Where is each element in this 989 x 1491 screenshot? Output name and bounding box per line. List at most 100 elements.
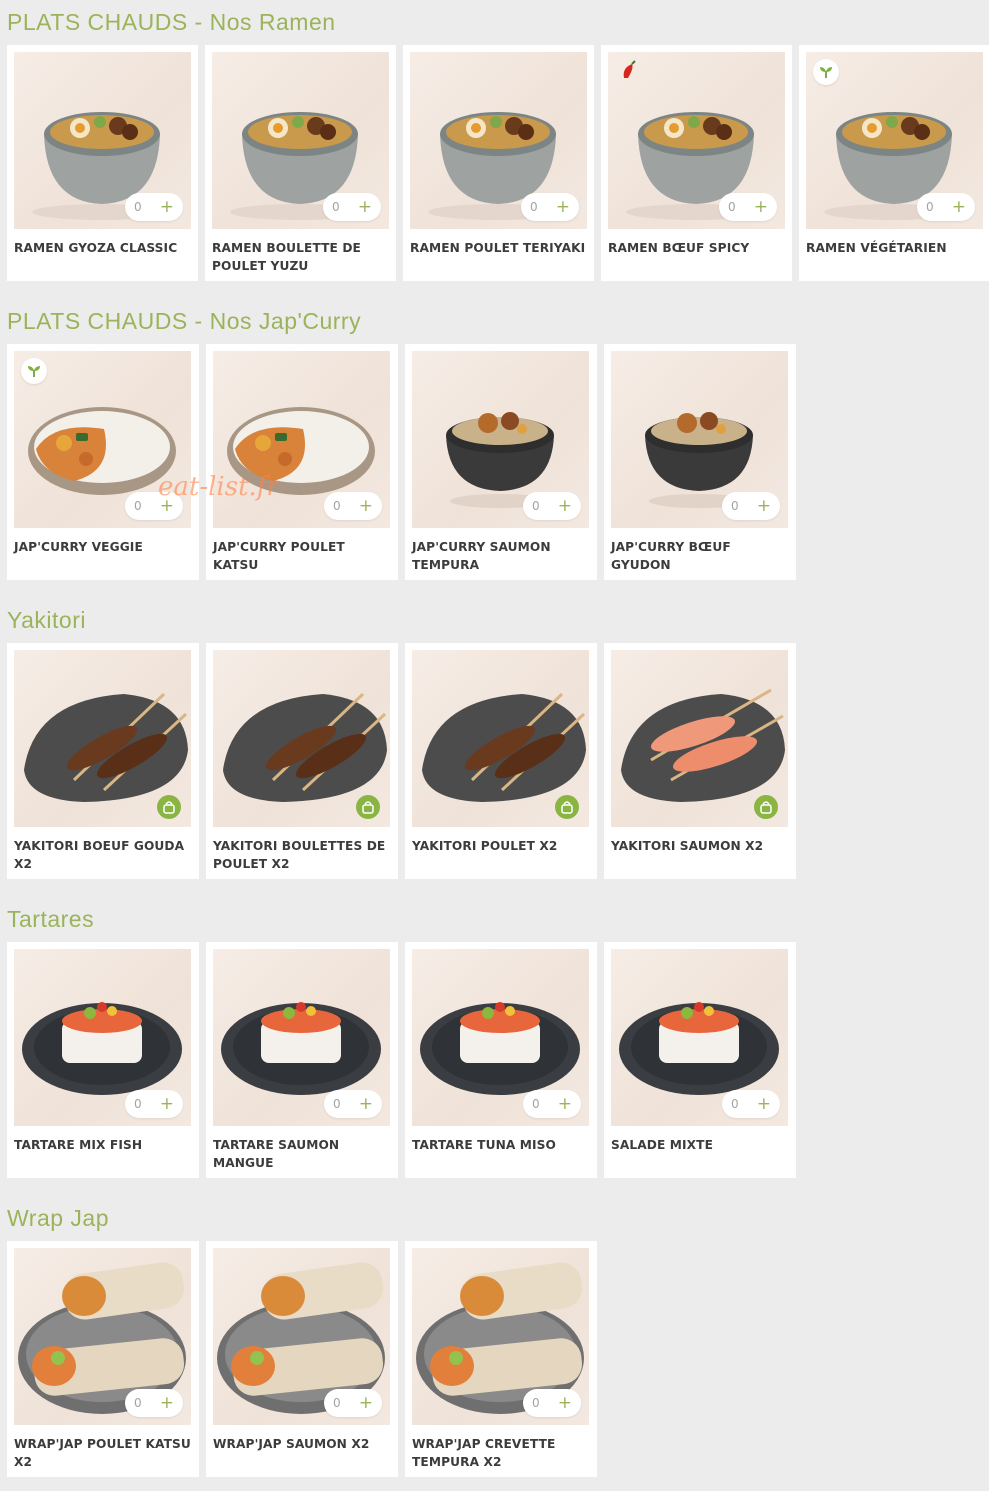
product-image: 0 + — [14, 1248, 191, 1425]
product-image: 0 + — [14, 949, 191, 1126]
plus-icon[interactable]: + — [160, 1095, 174, 1113]
product-name: WRAP'JAP POULET KATSU X2 — [14, 1437, 191, 1469]
plus-icon[interactable]: + — [558, 497, 572, 515]
quantity-stepper[interactable]: 0 + — [722, 1090, 780, 1118]
product-name: RAMEN BŒUF SPICY — [608, 241, 750, 255]
product-card[interactable]: 0 + RAMEN GYOZA CLASSIC — [7, 45, 198, 281]
plus-icon[interactable]: + — [757, 1095, 771, 1113]
quantity-stepper[interactable]: 0 + — [125, 1090, 183, 1118]
plus-icon[interactable]: + — [558, 1394, 572, 1412]
shopping-bag-icon[interactable] — [157, 795, 181, 819]
product-image: 0 + — [412, 1248, 589, 1425]
product-card[interactable]: 0 + WRAP'JAP SAUMON X2 — [206, 1241, 398, 1477]
section-title: PLATS CHAUDS - Nos Jap'Curry — [7, 308, 362, 334]
product-image — [213, 650, 390, 827]
quantity-value: 0 — [332, 200, 340, 214]
quantity-stepper[interactable]: 0 + — [719, 193, 777, 221]
quantity-value: 0 — [532, 1396, 540, 1410]
product-card[interactable]: 0 + RAMEN VÉGÉTARIEN — [799, 45, 989, 281]
product-card[interactable]: 0 + TARTARE MIX FISH — [7, 942, 199, 1178]
quantity-stepper[interactable]: 0 + — [917, 193, 975, 221]
product-card[interactable]: 0 + JAP'CURRY VEGGIE — [7, 344, 199, 580]
quantity-stepper[interactable]: 0 + — [324, 1090, 382, 1118]
quantity-stepper[interactable]: 0 + — [521, 193, 579, 221]
product-card[interactable]: 0 + SALADE MIXTE — [604, 942, 796, 1178]
product-image: 0 + — [213, 949, 390, 1126]
product-row: YAKITORI BOEUF GOUDA X2 YAKITORI BOULETT… — [7, 643, 987, 879]
product-image: 0 + — [412, 351, 589, 528]
product-name: YAKITORI BOEUF GOUDA X2 — [14, 839, 185, 871]
product-name: RAMEN GYOZA CLASSIC — [14, 241, 178, 255]
product-image: 0 + — [608, 52, 785, 229]
shopping-bag-icon[interactable] — [754, 795, 778, 819]
product-card[interactable]: 0 + RAMEN POULET TERIYAKI — [403, 45, 594, 281]
quantity-value: 0 — [333, 1396, 341, 1410]
plus-icon[interactable]: + — [754, 198, 768, 216]
product-card[interactable]: YAKITORI BOULETTES DE POULET X2 — [206, 643, 398, 879]
product-card[interactable]: 0 + TARTARE SAUMON MANGUE — [206, 942, 398, 1178]
product-name: TARTARE TUNA MISO — [412, 1138, 556, 1152]
quantity-stepper[interactable]: 0 + — [323, 193, 381, 221]
quantity-stepper[interactable]: 0 + — [125, 1389, 183, 1417]
product-image: 0 + — [213, 1248, 390, 1425]
plus-icon[interactable]: + — [359, 497, 373, 515]
watermark: eat-list.fr — [158, 472, 279, 502]
plus-icon[interactable]: + — [160, 198, 174, 216]
quantity-stepper[interactable]: 0 + — [523, 1389, 581, 1417]
menu-section: PLATS CHAUDS - Nos Ramen 0 + RAMEN GYOZA C… — [7, 5, 989, 281]
product-name: JAP'CURRY POULET KATSU — [213, 540, 345, 572]
product-name: YAKITORI SAUMON X2 — [611, 839, 764, 853]
product-image — [14, 650, 191, 827]
quantity-value: 0 — [134, 1097, 142, 1111]
quantity-stepper[interactable]: 0 + — [324, 492, 382, 520]
quantity-value: 0 — [134, 200, 142, 214]
section-title: Yakitori — [7, 607, 86, 633]
plus-icon[interactable]: + — [556, 198, 570, 216]
product-name: YAKITORI POULET X2 — [412, 839, 558, 853]
quantity-stepper[interactable]: 0 + — [722, 492, 780, 520]
product-image — [611, 650, 788, 827]
quantity-value: 0 — [530, 200, 538, 214]
product-image: 0 + — [410, 52, 587, 229]
product-card[interactable]: 0 + TARTARE TUNA MISO — [405, 942, 597, 1178]
product-card[interactable]: YAKITORI POULET X2 — [405, 643, 597, 879]
product-image: 0 + — [611, 351, 788, 528]
quantity-stepper[interactable]: 0 + — [125, 193, 183, 221]
quantity-value: 0 — [333, 499, 341, 513]
product-name: WRAP'JAP SAUMON X2 — [213, 1437, 370, 1451]
product-card[interactable]: 0 + WRAP'JAP POULET KATSU X2 — [7, 1241, 199, 1477]
product-card[interactable]: 0 + WRAP'JAP CREVETTE TEMPURA X2 — [405, 1241, 597, 1477]
product-name: TARTARE MIX FISH — [14, 1138, 143, 1152]
product-name: TARTARE SAUMON MANGUE — [213, 1138, 340, 1170]
menu-section: Wrap Jap 0 + WRAP'JAP POULET KATSU X2 0 + WR… — [7, 1201, 987, 1477]
quantity-value: 0 — [134, 1396, 142, 1410]
product-card[interactable]: YAKITORI SAUMON X2 — [604, 643, 796, 879]
plus-icon[interactable]: + — [952, 198, 966, 216]
plus-icon[interactable]: + — [160, 1394, 174, 1412]
shopping-bag-icon[interactable] — [555, 795, 579, 819]
product-card[interactable]: YAKITORI BOEUF GOUDA X2 — [7, 643, 199, 879]
plus-icon[interactable]: + — [358, 198, 372, 216]
product-row: 0 + WRAP'JAP POULET KATSU X2 0 + WRAP'JAP SA… — [7, 1241, 987, 1477]
quantity-value: 0 — [333, 1097, 341, 1111]
plus-icon[interactable]: + — [757, 497, 771, 515]
quantity-stepper[interactable]: 0 + — [523, 492, 581, 520]
product-row: 0 + TARTARE MIX FISH 0 + TARTARE SAUMON MANG… — [7, 942, 987, 1178]
product-name: JAP'CURRY VEGGIE — [14, 540, 143, 554]
section-title: Wrap Jap — [7, 1205, 110, 1231]
plus-icon[interactable]: + — [558, 1095, 572, 1113]
quantity-value: 0 — [731, 499, 739, 513]
product-card[interactable]: 0 + RAMEN BŒUF SPICY — [601, 45, 792, 281]
quantity-value: 0 — [731, 1097, 739, 1111]
quantity-stepper[interactable]: 0 + — [523, 1090, 581, 1118]
product-card[interactable]: 0 + JAP'CURRY SAUMON TEMPURA — [405, 344, 597, 580]
product-card[interactable]: 0 + RAMEN BOULETTE DE POULET YUZU — [205, 45, 396, 281]
plus-icon[interactable]: + — [359, 1394, 373, 1412]
product-card[interactable]: 0 + JAP'CURRY POULET KATSU — [206, 344, 398, 580]
product-image — [412, 650, 589, 827]
quantity-stepper[interactable]: 0 + — [324, 1389, 382, 1417]
product-card[interactable]: 0 + JAP'CURRY BŒUF GYUDON — [604, 344, 796, 580]
shopping-bag-icon[interactable] — [356, 795, 380, 819]
plus-icon[interactable]: + — [359, 1095, 373, 1113]
quantity-value: 0 — [926, 200, 934, 214]
